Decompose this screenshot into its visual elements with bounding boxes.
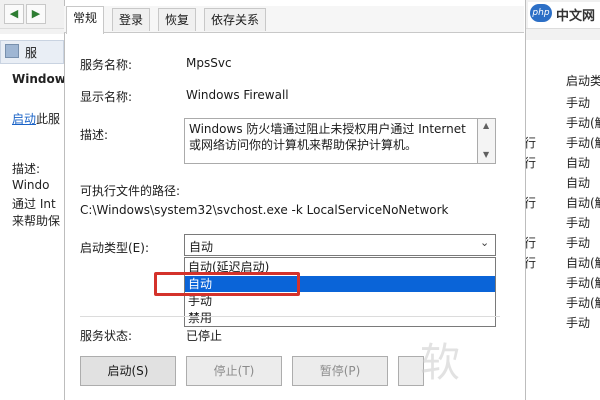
service-name-value: MpsSvc — [186, 56, 232, 70]
tab-logon[interactable]: 登录 — [112, 8, 151, 31]
tab-dependencies[interactable]: 依存关系 — [204, 8, 267, 31]
pause-button[interactable]: 暂停(P) — [292, 356, 388, 386]
startup-type-cell: 自动(触 — [566, 256, 600, 270]
startup-type-cell: 手动(触 — [566, 136, 600, 150]
details-desc-label: 描述: — [12, 162, 41, 176]
display-name-value: Windows Firewall — [186, 88, 289, 102]
column-header-startup-type[interactable]: 启动类 — [566, 72, 600, 89]
start-link-suffix: 此服 — [36, 112, 61, 126]
logo-text: 中文网 — [556, 9, 596, 24]
startup-type-cell: 手动(触 — [566, 276, 600, 290]
start-link-row: 启动此服 — [12, 110, 60, 127]
start-button[interactable]: 启动(S) — [80, 356, 176, 386]
highlight-annotation-box — [154, 272, 300, 296]
details-desc-line: 来帮助保 — [12, 214, 61, 228]
service-title: Window — [12, 72, 66, 86]
back-arrow-icon[interactable]: ◀ — [4, 4, 24, 24]
start-service-link[interactable]: 启动 — [12, 112, 36, 126]
tab-general[interactable]: 常规 — [66, 6, 105, 34]
option-disabled[interactable]: 禁用 — [185, 310, 495, 326]
tab-recovery[interactable]: 恢复 — [158, 8, 197, 31]
details-desc-line: Windo — [12, 178, 50, 192]
services-icon — [5, 44, 19, 58]
startup-type-cell: 手动(触 — [566, 116, 600, 130]
service-name-label: 服务名称: — [80, 58, 133, 72]
description-textbox[interactable]: Windows 防火墙通过阻止未授权用户通过 Internet 或网络访问你的计… — [184, 118, 478, 164]
service-status-label: 服务状态: — [80, 329, 133, 343]
startup-type-selected: 自动 — [189, 240, 214, 254]
startup-type-cell: 手动 — [566, 316, 591, 330]
forward-arrow-icon[interactable]: ▶ — [26, 4, 46, 24]
scroll-up-icon[interactable]: ▲ — [483, 121, 489, 130]
startup-type-cell: 手动(触 — [566, 296, 600, 310]
exe-path-value: C:\Windows\system32\svchost.exe -k Local… — [80, 203, 449, 217]
startup-type-cell: 手动 — [566, 96, 591, 110]
exe-path-label: 可执行文件的路径: — [80, 184, 181, 198]
details-desc-line: 通过 Int — [12, 197, 56, 211]
startup-type-cell: 自动 — [566, 176, 591, 190]
pane-header-label: 服 — [25, 46, 38, 60]
php-logo-badge: php — [530, 4, 552, 22]
pane-header: 服 — [0, 40, 64, 64]
service-status-value: 已停止 — [186, 329, 223, 343]
startup-type-select[interactable] — [184, 234, 496, 256]
startup-type-cell: 手动 — [566, 236, 591, 250]
startup-type-cell: 自动 — [566, 156, 591, 170]
startup-type-cell: 自动(触 — [566, 196, 600, 210]
divider — [80, 316, 500, 317]
startup-type-label: 启动类型(E): — [80, 241, 149, 255]
description-label: 描述: — [80, 128, 109, 142]
chevron-down-icon[interactable]: ⌄ — [480, 236, 489, 249]
watermark: 软 — [420, 340, 460, 386]
display-name-label: 显示名称: — [80, 90, 133, 104]
scroll-down-icon[interactable]: ▼ — [483, 150, 489, 159]
stop-button[interactable]: 停止(T) — [186, 356, 282, 386]
startup-type-cell: 手动 — [566, 216, 591, 230]
